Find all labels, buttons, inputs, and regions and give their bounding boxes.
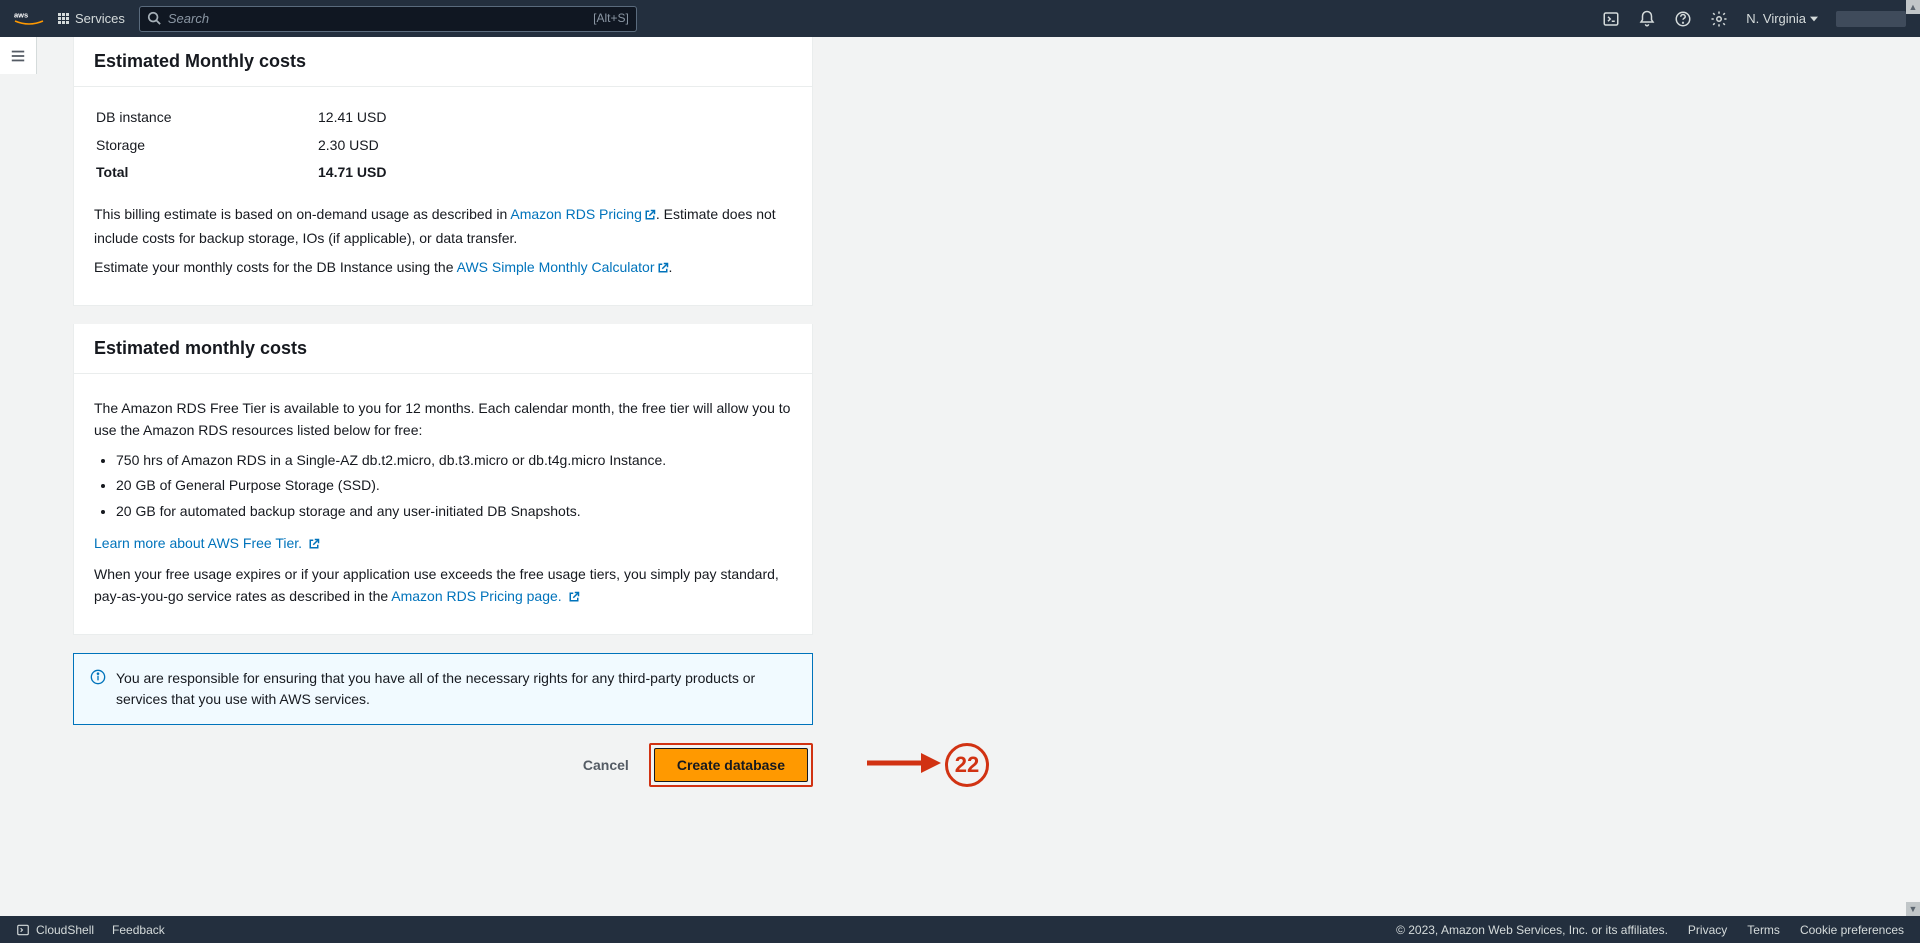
chevron-down-icon <box>1810 15 1818 23</box>
step-annotation: 22 <box>863 743 989 787</box>
services-label: Services <box>75 11 125 26</box>
free-tier-outro: When your free usage expires or if your … <box>94 564 792 609</box>
scrollbar-down[interactable]: ▼ <box>1906 902 1920 916</box>
search-shortcut: [Alt+S] <box>593 11 629 25</box>
main-content: Estimated Monthly costs DB instance 12.4… <box>37 37 849 807</box>
panel2-title: Estimated monthly costs <box>94 338 792 359</box>
rds-pricing-page-link[interactable]: Amazon RDS Pricing page. <box>391 588 579 604</box>
info-icon <box>90 669 106 688</box>
billing-note: This billing estimate is based on on-dem… <box>94 204 792 249</box>
estimate-note: Estimate your monthly costs for the DB I… <box>94 257 792 281</box>
panel1-body: DB instance 12.41 USD Storage 2.30 USD T… <box>74 87 812 305</box>
list-item: 750 hrs of Amazon RDS in a Single-AZ db.… <box>116 450 792 472</box>
cloudshell-icon <box>16 923 30 937</box>
external-link-icon <box>657 259 669 281</box>
panel1-header: Estimated Monthly costs <box>74 37 812 87</box>
privacy-link[interactable]: Privacy <box>1688 923 1727 937</box>
footer-left: CloudShell Feedback <box>16 923 165 937</box>
grid-icon <box>58 13 69 24</box>
side-nav-toggle[interactable] <box>0 37 37 74</box>
free-tier-list: 750 hrs of Amazon RDS in a Single-AZ db.… <box>94 450 792 523</box>
calculator-link[interactable]: AWS Simple Monthly Calculator <box>457 259 669 275</box>
rds-pricing-link[interactable]: Amazon RDS Pricing <box>510 206 656 222</box>
search-wrap: [Alt+S] <box>139 6 637 32</box>
cost-value: 12.41 USD <box>318 105 790 131</box>
copyright: © 2023, Amazon Web Services, Inc. or its… <box>1396 923 1668 937</box>
external-link-icon <box>308 535 320 557</box>
region-label: N. Virginia <box>1746 11 1806 26</box>
step-number: 22 <box>945 743 989 787</box>
settings-icon[interactable] <box>1710 10 1728 28</box>
cost-value: 2.30 USD <box>318 133 790 159</box>
responsibility-info-box: You are responsible for ensuring that yo… <box>73 653 813 725</box>
list-item: 20 GB of General Purpose Storage (SSD). <box>116 475 792 497</box>
cost-label: DB instance <box>96 105 316 131</box>
cost-label: Storage <box>96 133 316 159</box>
footer: CloudShell Feedback © 2023, Amazon Web S… <box>0 916 1920 943</box>
terms-link[interactable]: Terms <box>1747 923 1780 937</box>
info-text: You are responsible for ensuring that yo… <box>116 668 796 710</box>
table-row: Storage 2.30 USD <box>96 133 790 159</box>
aws-logo[interactable]: aws <box>14 10 44 28</box>
free-tier-intro: The Amazon RDS Free Tier is available to… <box>94 398 792 441</box>
create-database-button[interactable]: Create database <box>654 748 808 782</box>
cost-label: Total <box>96 160 316 186</box>
cancel-button[interactable]: Cancel <box>579 749 633 781</box>
panel2-body: The Amazon RDS Free Tier is available to… <box>74 374 812 634</box>
feedback-link[interactable]: Feedback <box>112 923 165 937</box>
search-input[interactable] <box>139 6 637 32</box>
list-item: 20 GB for automated backup storage and a… <box>116 501 792 523</box>
cost-value: 14.71 USD <box>318 160 790 186</box>
panel2-header: Estimated monthly costs <box>74 324 812 374</box>
cost-table: DB instance 12.41 USD Storage 2.30 USD T… <box>94 103 792 188</box>
cookie-prefs-link[interactable]: Cookie preferences <box>1800 923 1904 937</box>
services-button[interactable]: Services <box>58 11 125 26</box>
account-menu[interactable] <box>1836 11 1906 27</box>
cloudshell-icon[interactable] <box>1602 10 1620 28</box>
top-nav-left: aws Services [Alt+S] <box>14 6 637 32</box>
estimated-costs-panel-1: Estimated Monthly costs DB instance 12.4… <box>73 37 813 306</box>
table-row-total: Total 14.71 USD <box>96 160 790 186</box>
top-nav-right: N. Virginia <box>1602 10 1906 28</box>
help-icon[interactable] <box>1674 10 1692 28</box>
external-link-icon <box>568 588 580 610</box>
svg-text:aws: aws <box>14 10 28 19</box>
arrow-icon <box>863 749 941 780</box>
estimated-costs-panel-2: Estimated monthly costs The Amazon RDS F… <box>73 324 813 635</box>
free-tier-learn-link[interactable]: Learn more about AWS Free Tier. <box>94 535 320 551</box>
scrollbar-up[interactable]: ▲ <box>1906 0 1920 14</box>
cloudshell-button[interactable]: CloudShell <box>16 923 94 937</box>
create-button-highlight: Create database <box>649 743 813 787</box>
table-row: DB instance 12.41 USD <box>96 105 790 131</box>
external-link-icon <box>644 206 656 228</box>
panel1-title: Estimated Monthly costs <box>94 51 792 72</box>
notifications-icon[interactable] <box>1638 10 1656 28</box>
action-row: Cancel Create database 22 <box>73 743 813 787</box>
footer-right: © 2023, Amazon Web Services, Inc. or its… <box>1396 923 1904 937</box>
region-selector[interactable]: N. Virginia <box>1746 11 1818 26</box>
search-icon <box>147 11 161 28</box>
top-nav: aws Services [Alt+S] N. Virginia <box>0 0 1920 37</box>
